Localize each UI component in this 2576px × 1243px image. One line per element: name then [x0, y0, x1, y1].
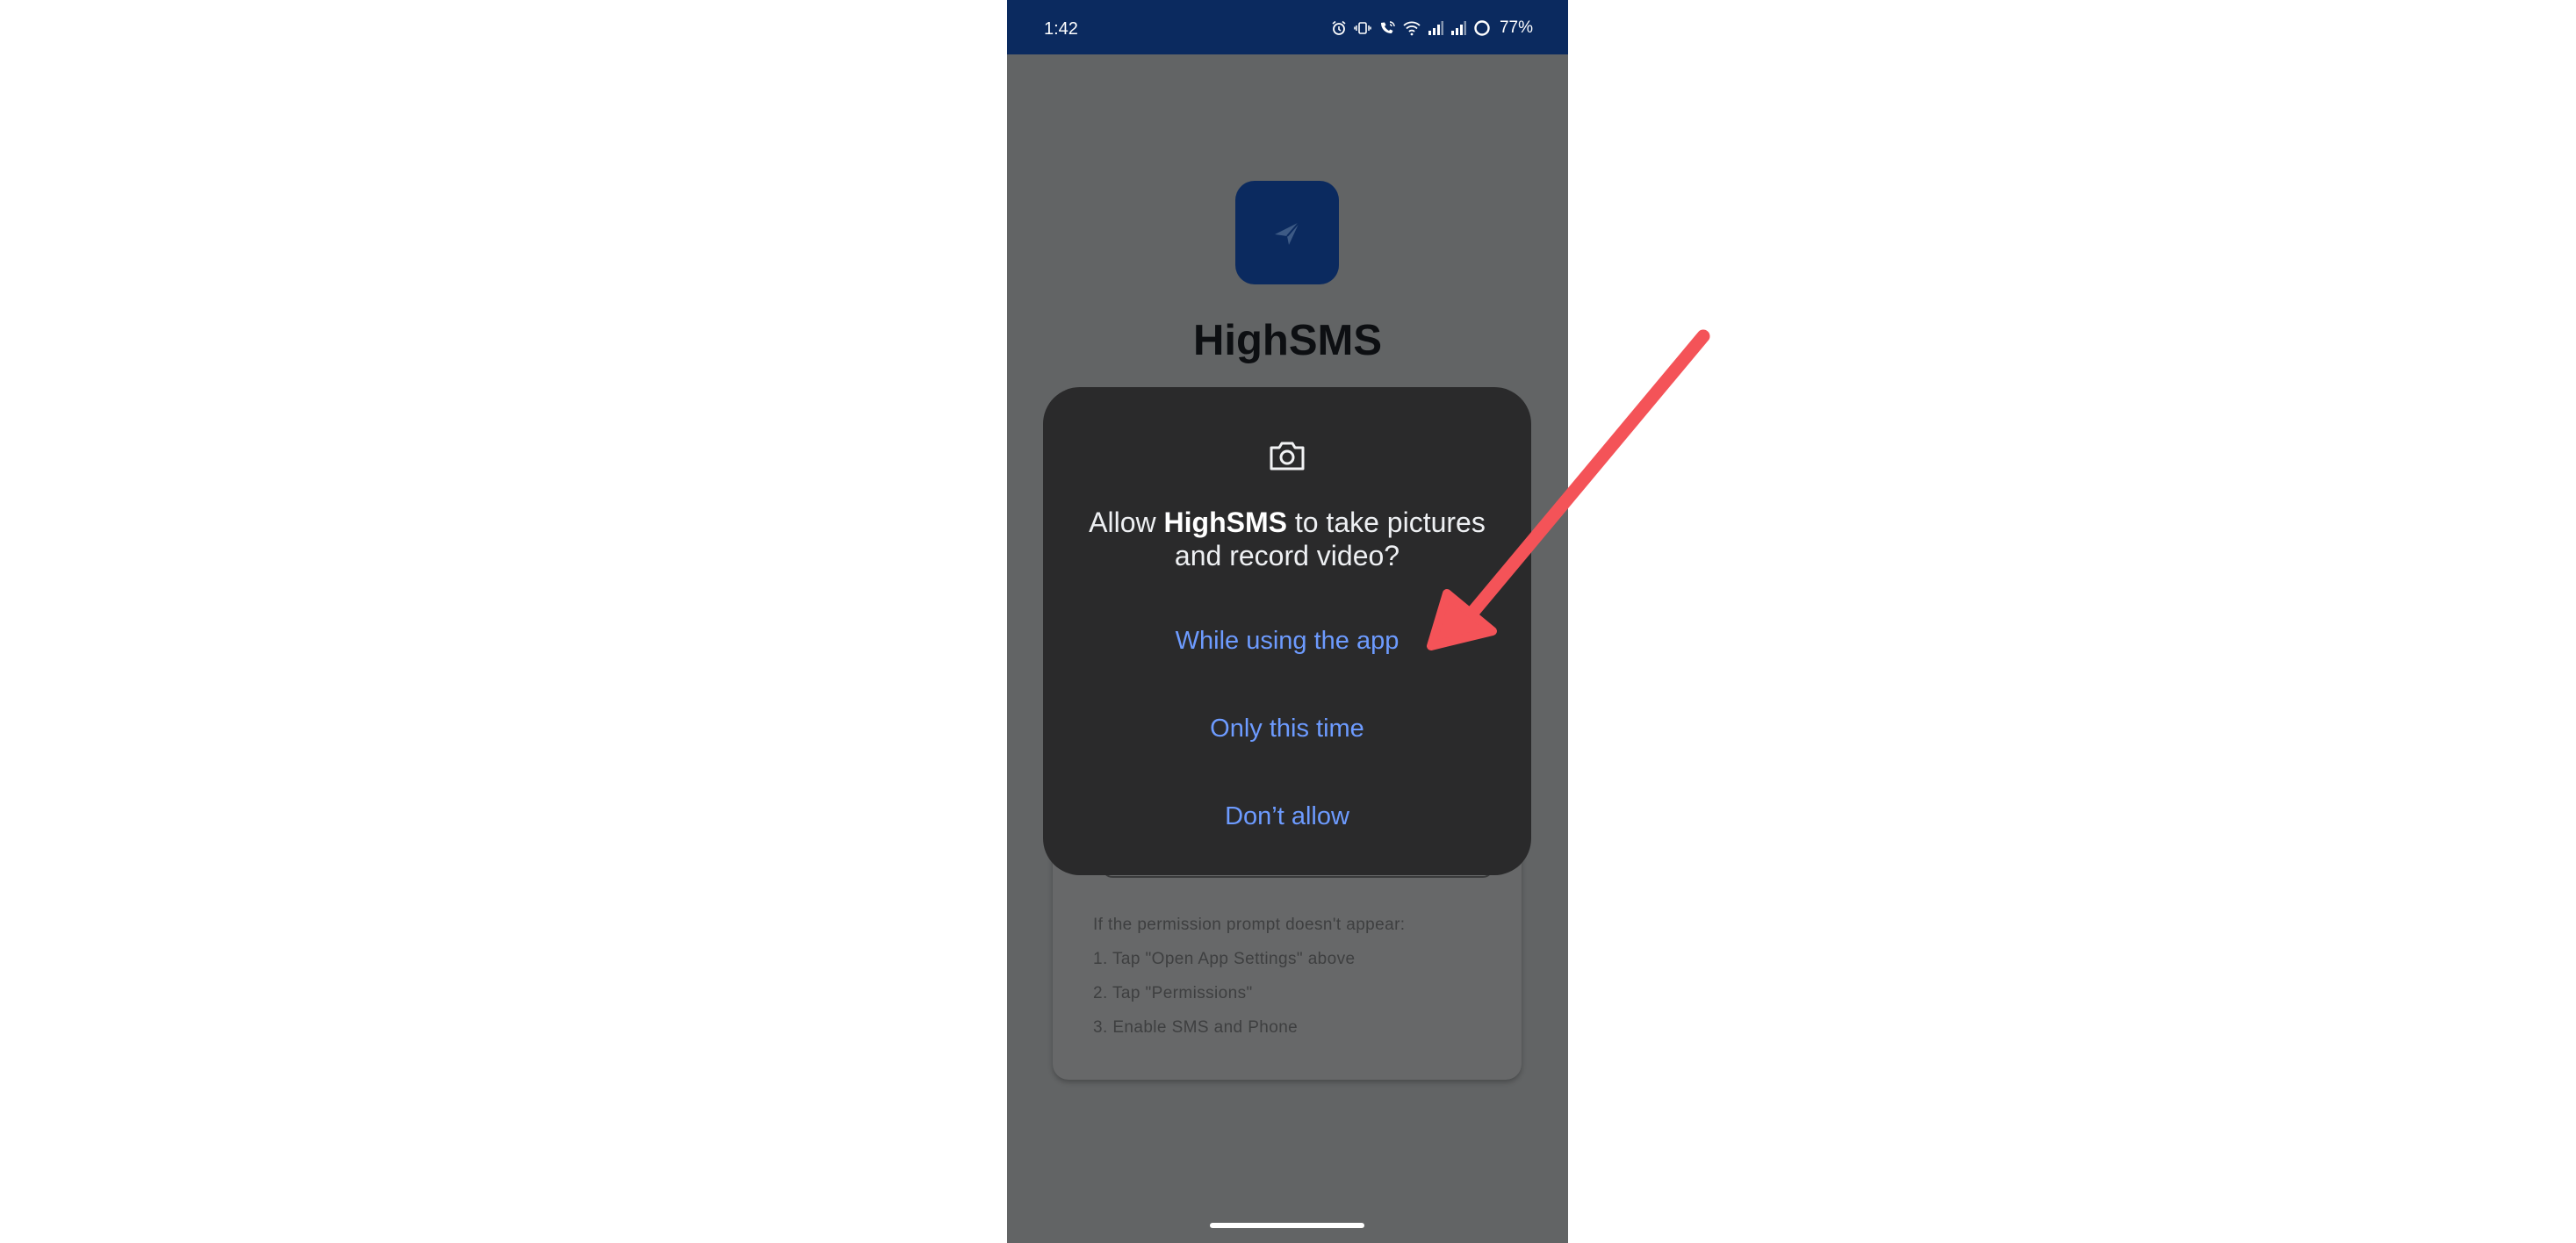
battery-percent: 77%: [1499, 18, 1533, 37]
help-instructions: If the permission prompt doesn't appear:…: [1093, 916, 1506, 1053]
alarm-icon: [1331, 20, 1347, 36]
camera-icon: [1268, 438, 1306, 478]
message-prefix: Allow: [1089, 507, 1164, 538]
signal-icon: [1428, 20, 1443, 36]
only-this-time-button[interactable]: Only this time: [1069, 702, 1505, 755]
signal-icon: [1450, 20, 1466, 36]
wifi-calling-icon: [1378, 20, 1396, 36]
message-app-name: HighSMS: [1163, 507, 1287, 538]
vibrate-icon: [1354, 20, 1371, 36]
status-time: 1:42: [1044, 19, 1078, 39]
battery-saver-icon: [1473, 19, 1491, 37]
while-using-app-button[interactable]: While using the app: [1069, 614, 1505, 667]
permission-help-card: If the permission prompt doesn't appear:…: [1053, 843, 1522, 1080]
send-icon: [1275, 221, 1300, 245]
help-line: 2. Tap "Permissions": [1093, 984, 1253, 1002]
help-line: If the permission prompt doesn't appear:: [1093, 916, 1406, 934]
permission-dialog: Allow HighSMS to take pictures and recor…: [1043, 387, 1531, 875]
home-indicator[interactable]: [1210, 1223, 1364, 1228]
help-line: 1. Tap "Open App Settings" above: [1093, 950, 1356, 968]
app-title: HighSMS: [1192, 317, 1383, 364]
screenshot-stage: 1:42 77% HighSMS If the permission promp…: [0, 0, 2576, 1243]
help-line: 3. Enable SMS and Phone: [1093, 1018, 1299, 1037]
dialog-message: Allow HighSMS to take pictures and recor…: [1069, 506, 1505, 572]
phone-screen: 1:42 77% HighSMS If the permission promp…: [1007, 0, 1568, 1243]
wifi-icon: [1403, 20, 1421, 36]
dont-allow-button[interactable]: Don’t allow: [1069, 790, 1505, 843]
app-logo: [1235, 181, 1339, 284]
status-bar: 1:42 77%: [1007, 0, 1568, 54]
status-icons: 77%: [1331, 18, 1533, 39]
